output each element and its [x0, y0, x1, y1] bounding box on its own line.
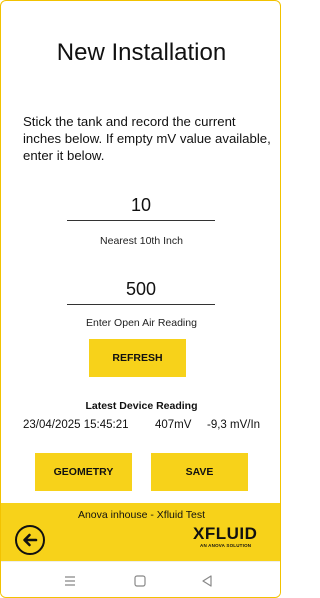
home-icon[interactable]	[131, 572, 149, 590]
arrow-left-circle-icon	[23, 533, 38, 547]
inches-label: Nearest 10th Inch	[100, 235, 183, 247]
latest-reading-row: 23/04/2025 15:45:21 407mV -9,3 mV/In	[23, 419, 273, 431]
xfluid-logo: XFLUID AN ANOVA SOLUTION	[193, 525, 271, 553]
system-nav-bar	[1, 561, 280, 597]
footer-caption: Anova inhouse - Xfluid Test	[77, 509, 206, 521]
open-air-label: Enter Open Air Reading	[86, 317, 197, 329]
open-air-input[interactable]	[67, 275, 215, 305]
reading-rate: -9,3 mV/In	[207, 419, 261, 431]
save-button[interactable]: SAVE	[151, 453, 248, 491]
reading-timestamp: 23/04/2025 15:45:21	[23, 419, 129, 431]
recents-icon[interactable]	[61, 572, 79, 590]
app-screen: New Installation Stick the tank and reco…	[0, 0, 281, 598]
reading-millivolts: 407mV	[155, 419, 192, 431]
latest-reading-title: Latest Device Reading	[85, 400, 198, 412]
back-triangle-icon[interactable]	[198, 572, 216, 590]
page-title: New Installation	[56, 39, 227, 66]
geometry-button[interactable]: GEOMETRY	[35, 453, 132, 491]
refresh-button[interactable]: REFRESH	[89, 339, 186, 377]
logo-tagline: AN ANOVA SOLUTION	[200, 543, 252, 548]
instructions-text: Stick the tank and record the current in…	[23, 114, 271, 163]
footer-bar: Anova inhouse - Xfluid Test XFLUID AN AN…	[1, 503, 280, 561]
back-button[interactable]	[15, 525, 45, 555]
inches-input[interactable]	[67, 191, 215, 221]
logo-name: XFLUID	[193, 524, 258, 543]
